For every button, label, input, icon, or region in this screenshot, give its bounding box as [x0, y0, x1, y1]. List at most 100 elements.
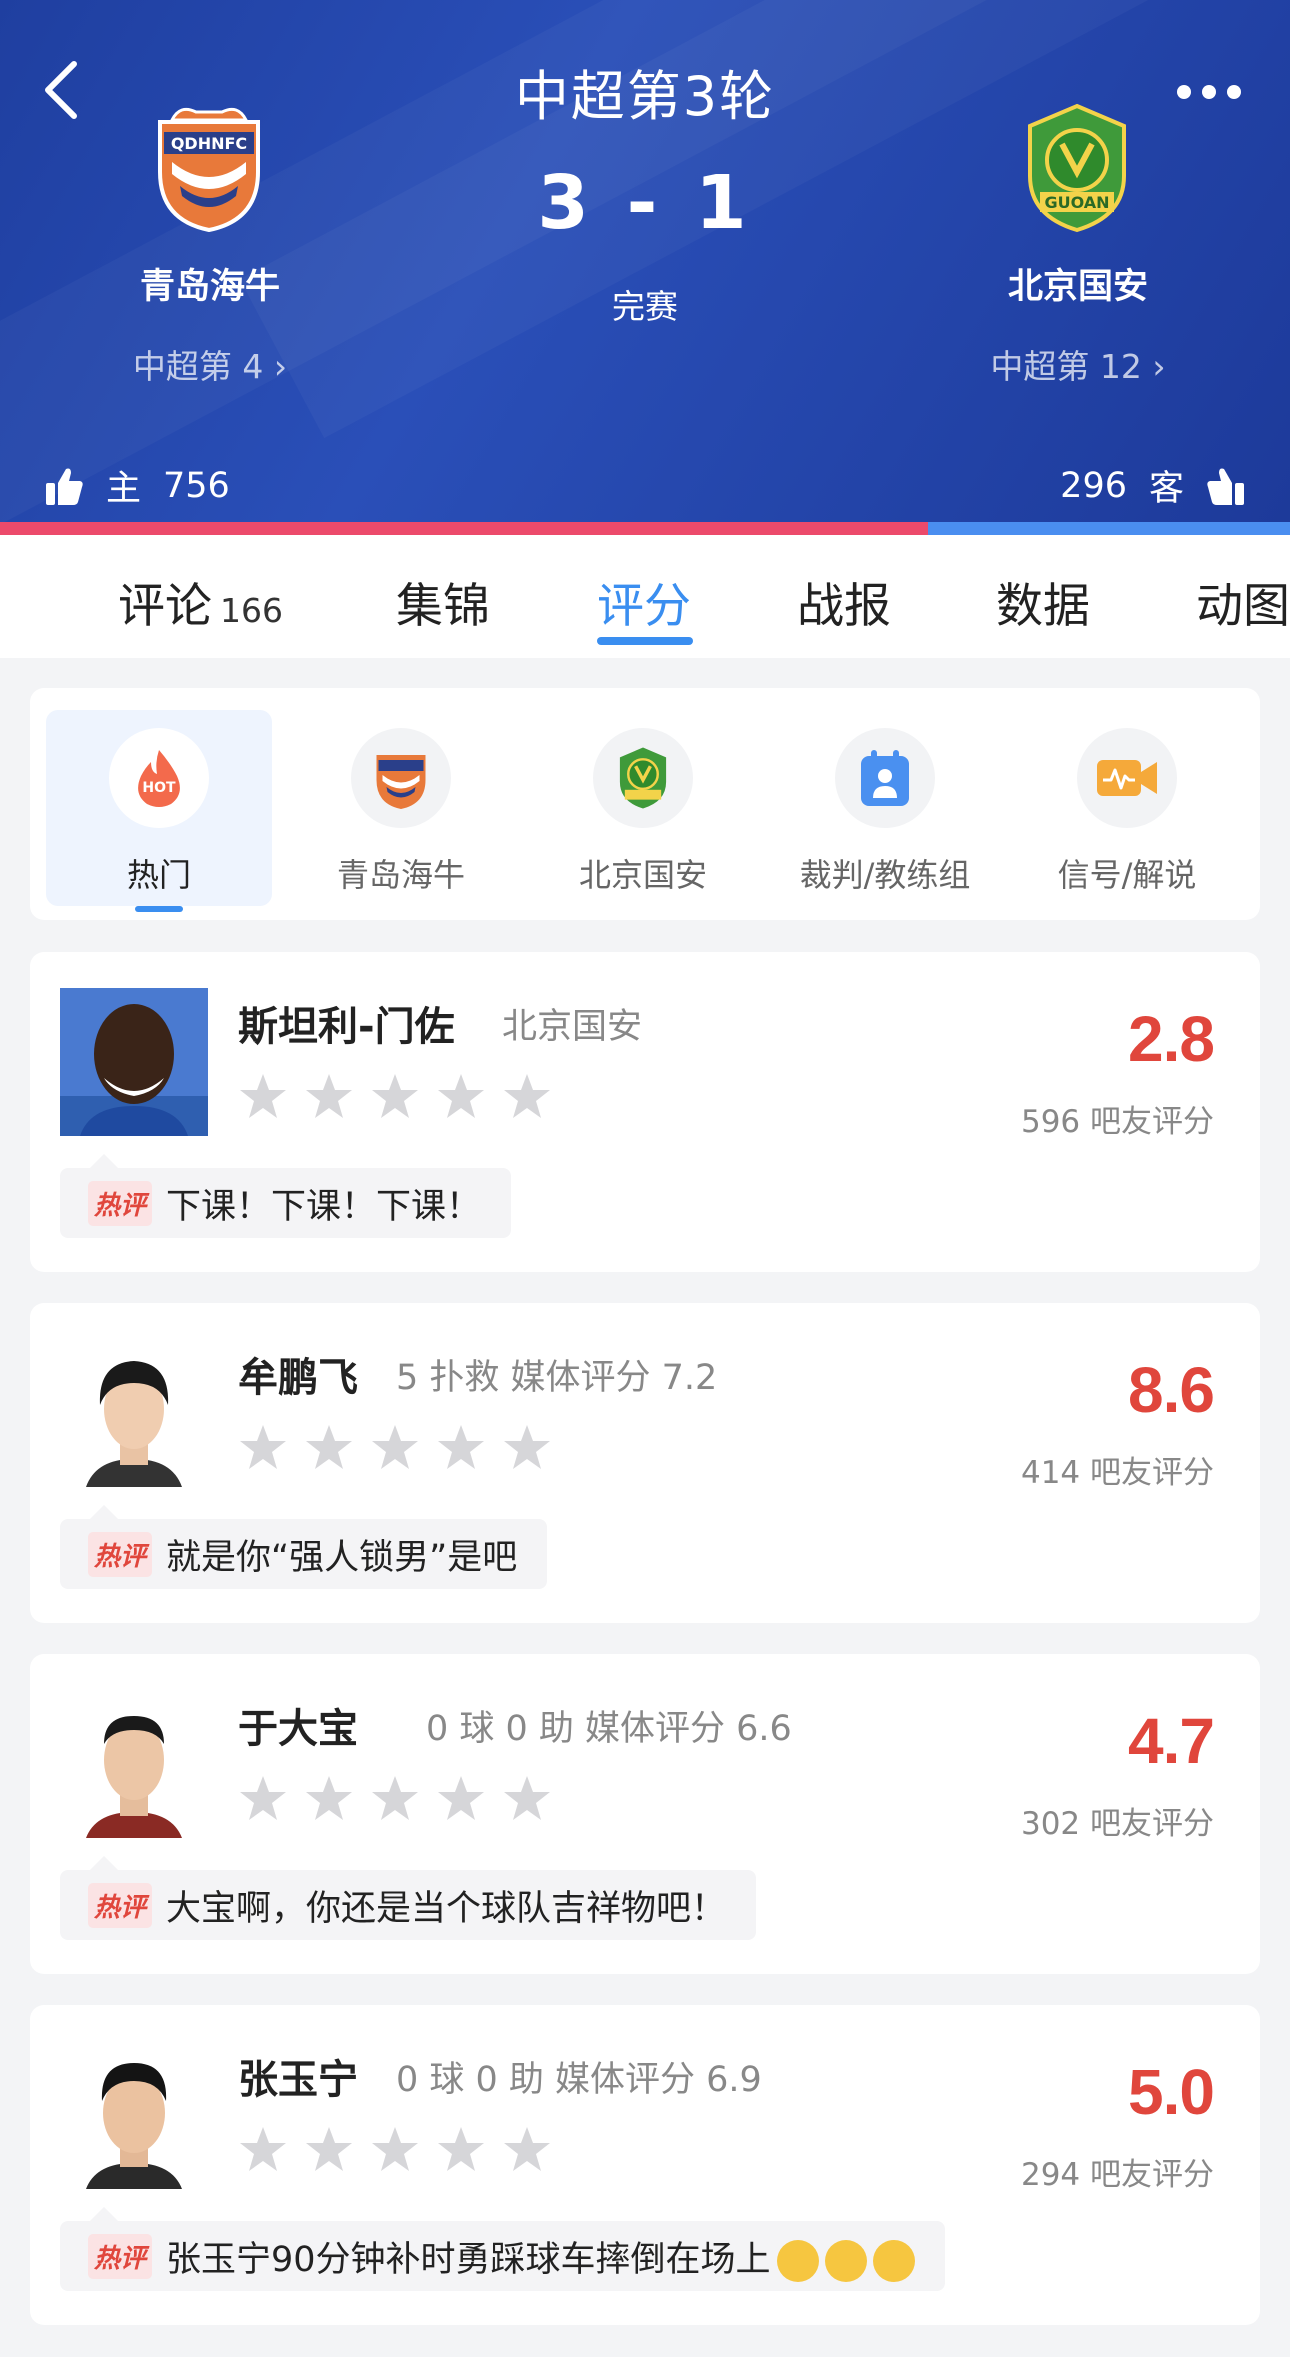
player-name[interactable]: 牟鹏飞 — [238, 1345, 358, 1403]
star-icon[interactable] — [370, 2125, 420, 2173]
comment-text: 张玉宁90分钟补时勇踩球车摔倒在场上 — [166, 2231, 915, 2282]
filter-qingdao[interactable]: 青岛海牛 — [288, 710, 514, 906]
hot-comment[interactable]: 热评 下课！下课！下课！ — [60, 1154, 512, 1238]
comment-text-body: 张玉宁90分钟补时勇踩球车摔倒在场上 — [166, 2239, 771, 2280]
star-icon[interactable] — [502, 1072, 552, 1120]
tab-ratings[interactable]: 评分 — [597, 567, 691, 636]
rating-filter-bar: HOT 热门 青岛海牛 北京国安 裁判/教练组 信号/解说 — [30, 688, 1260, 920]
player-rating-card[interactable]: 于大宝 0 球 0 助 媒体评分 6.6 4.7 302 吧友评分 热评 大宝啊… — [30, 1654, 1260, 1974]
tab-comments[interactable]: 评论 166 — [118, 567, 283, 636]
home-team-rank-link[interactable]: 中超第 4 › — [60, 340, 360, 388]
filter-broadcast[interactable]: 信号/解说 — [1014, 710, 1240, 906]
star-icon[interactable] — [502, 2125, 552, 2173]
player-score: 4.7 — [1128, 1705, 1215, 1777]
active-filter-indicator — [135, 906, 183, 912]
star-icon[interactable] — [436, 2125, 486, 2173]
round-title: 中超第3轮 — [514, 65, 776, 128]
laughing-emoji-icon — [776, 2239, 819, 2282]
star-icon[interactable] — [370, 1072, 420, 1120]
rating-stars[interactable] — [238, 1072, 552, 1120]
tab-highlights[interactable]: 集锦 — [396, 567, 490, 636]
svg-text:GUOAN: GUOAN — [1044, 193, 1109, 212]
star-icon[interactable] — [370, 1423, 420, 1471]
player-avatar[interactable] — [60, 1690, 208, 1838]
player-rating-card[interactable]: 斯坦利-门佐 北京国安 2.8 596 吧友评分 热评 下课！下课！下课！ — [30, 952, 1260, 1272]
hot-comment[interactable]: 热评 大宝啊，你还是当个球队吉祥物吧！ — [60, 1856, 757, 1940]
player-score: 5.0 — [1128, 2056, 1215, 2128]
beijing-guoan-logo-icon: GUOAN — [1028, 103, 1126, 233]
rating-stars[interactable] — [238, 1774, 552, 1822]
star-icon[interactable] — [304, 1774, 354, 1822]
home-support[interactable]: 主 756 — [44, 460, 230, 511]
vote-count: 596 吧友评分 — [1020, 1104, 1214, 1140]
star-icon[interactable] — [304, 2125, 354, 2173]
away-support-label: 客 — [1148, 469, 1184, 509]
player-avatar[interactable] — [60, 1339, 208, 1487]
filter-referee-coaches[interactable]: 裁判/教练组 — [772, 710, 998, 906]
home-support-label: 主 — [106, 469, 142, 509]
star-icon[interactable] — [238, 1423, 288, 1471]
more-button[interactable] — [1174, 72, 1244, 112]
match-header: 中超第3轮 QDHNFC GUOAN 青岛海牛 北京国安 中超第 4 › 中超第… — [0, 0, 1290, 522]
laughing-emoji-icon — [824, 2239, 867, 2282]
player-rating-card[interactable]: 张玉宁 0 球 0 助 媒体评分 6.9 5.0 294 吧友评分 热评 张玉宁… — [30, 2005, 1260, 2325]
back-button[interactable] — [38, 58, 86, 122]
vote-count: 414 吧友评分 — [1020, 1455, 1214, 1491]
player-info: 0 球 0 助 媒体评分 6.6 — [426, 1709, 792, 1749]
star-icon[interactable] — [502, 1774, 552, 1822]
away-support-count: 296 — [1060, 465, 1127, 506]
home-team-name[interactable]: 青岛海牛 — [60, 258, 360, 309]
filter-label: 裁判/教练组 — [799, 856, 971, 894]
hot-comment-tag: 热评 — [88, 1180, 153, 1226]
filter-label: 信号/解说 — [1057, 856, 1197, 894]
star-icon[interactable] — [436, 1774, 486, 1822]
star-icon[interactable] — [238, 2125, 288, 2173]
more-dots-icon — [1177, 85, 1241, 99]
match-status: 完赛 — [612, 287, 678, 326]
away-team-rank-link[interactable]: 中超第 12 › — [928, 340, 1228, 388]
hot-comment[interactable]: 热评 就是你“强人锁男”是吧 — [60, 1505, 548, 1589]
player-avatar[interactable] — [60, 988, 208, 1136]
tab-gifs[interactable]: 动图 — [1196, 567, 1290, 636]
tab-comments-count: 166 — [220, 591, 283, 630]
star-icon[interactable] — [370, 1774, 420, 1822]
star-icon[interactable] — [436, 1072, 486, 1120]
filter-hot[interactable]: HOT 热门 — [46, 710, 272, 912]
player-name[interactable]: 于大宝 — [238, 1696, 358, 1754]
player-rating-card[interactable]: 牟鹏飞 5 扑救 媒体评分 7.2 8.6 414 吧友评分 热评 就是你“强人… — [30, 1303, 1260, 1623]
hot-comment[interactable]: 热评 张玉宁90分钟补时勇踩球车摔倒在场上 — [60, 2207, 945, 2291]
guoan-logo-icon — [593, 728, 693, 828]
player-info: 北京国安 — [502, 1007, 643, 1047]
filter-label: 热门 — [126, 856, 191, 894]
home-support-count: 756 — [163, 465, 230, 506]
player-name[interactable]: 张玉宁 — [238, 2047, 358, 2105]
home-team-logo[interactable]: QDHNFC — [150, 102, 268, 234]
star-icon[interactable] — [238, 1774, 288, 1822]
star-icon[interactable] — [304, 1423, 354, 1471]
away-support[interactable]: 296 客 — [1060, 460, 1246, 511]
broadcast-icon — [1077, 728, 1177, 828]
player-name[interactable]: 斯坦利-门佐 — [238, 994, 455, 1052]
svg-text:QDHNFC: QDHNFC — [171, 134, 247, 153]
star-icon[interactable] — [304, 1072, 354, 1120]
player-avatar[interactable] — [60, 2041, 208, 2189]
away-team-name[interactable]: 北京国安 — [928, 258, 1228, 309]
player-score: 8.6 — [1128, 1354, 1215, 1426]
filter-guoan[interactable]: 北京国安 — [530, 710, 756, 906]
laughing-emoji-icon — [872, 2239, 915, 2282]
hot-icon: HOT — [109, 728, 209, 828]
tab-bar: 评论 166 集锦 评分 战报 数据 动图 — [0, 535, 1290, 658]
star-icon[interactable] — [436, 1423, 486, 1471]
chevron-left-icon — [45, 61, 77, 119]
star-icon[interactable] — [238, 1072, 288, 1120]
away-team-logo[interactable]: GUOAN — [1018, 102, 1136, 234]
tab-stats[interactable]: 数据 — [996, 567, 1090, 636]
star-icon[interactable] — [502, 1423, 552, 1471]
qingdao-logo-icon — [351, 728, 451, 828]
hot-comment-tag: 热评 — [88, 2233, 153, 2279]
referee-icon — [835, 728, 935, 828]
rating-stars[interactable] — [238, 2125, 552, 2173]
tab-report[interactable]: 战报 — [797, 567, 891, 636]
player-score: 2.8 — [1128, 1003, 1215, 1075]
rating-stars[interactable] — [238, 1423, 552, 1471]
